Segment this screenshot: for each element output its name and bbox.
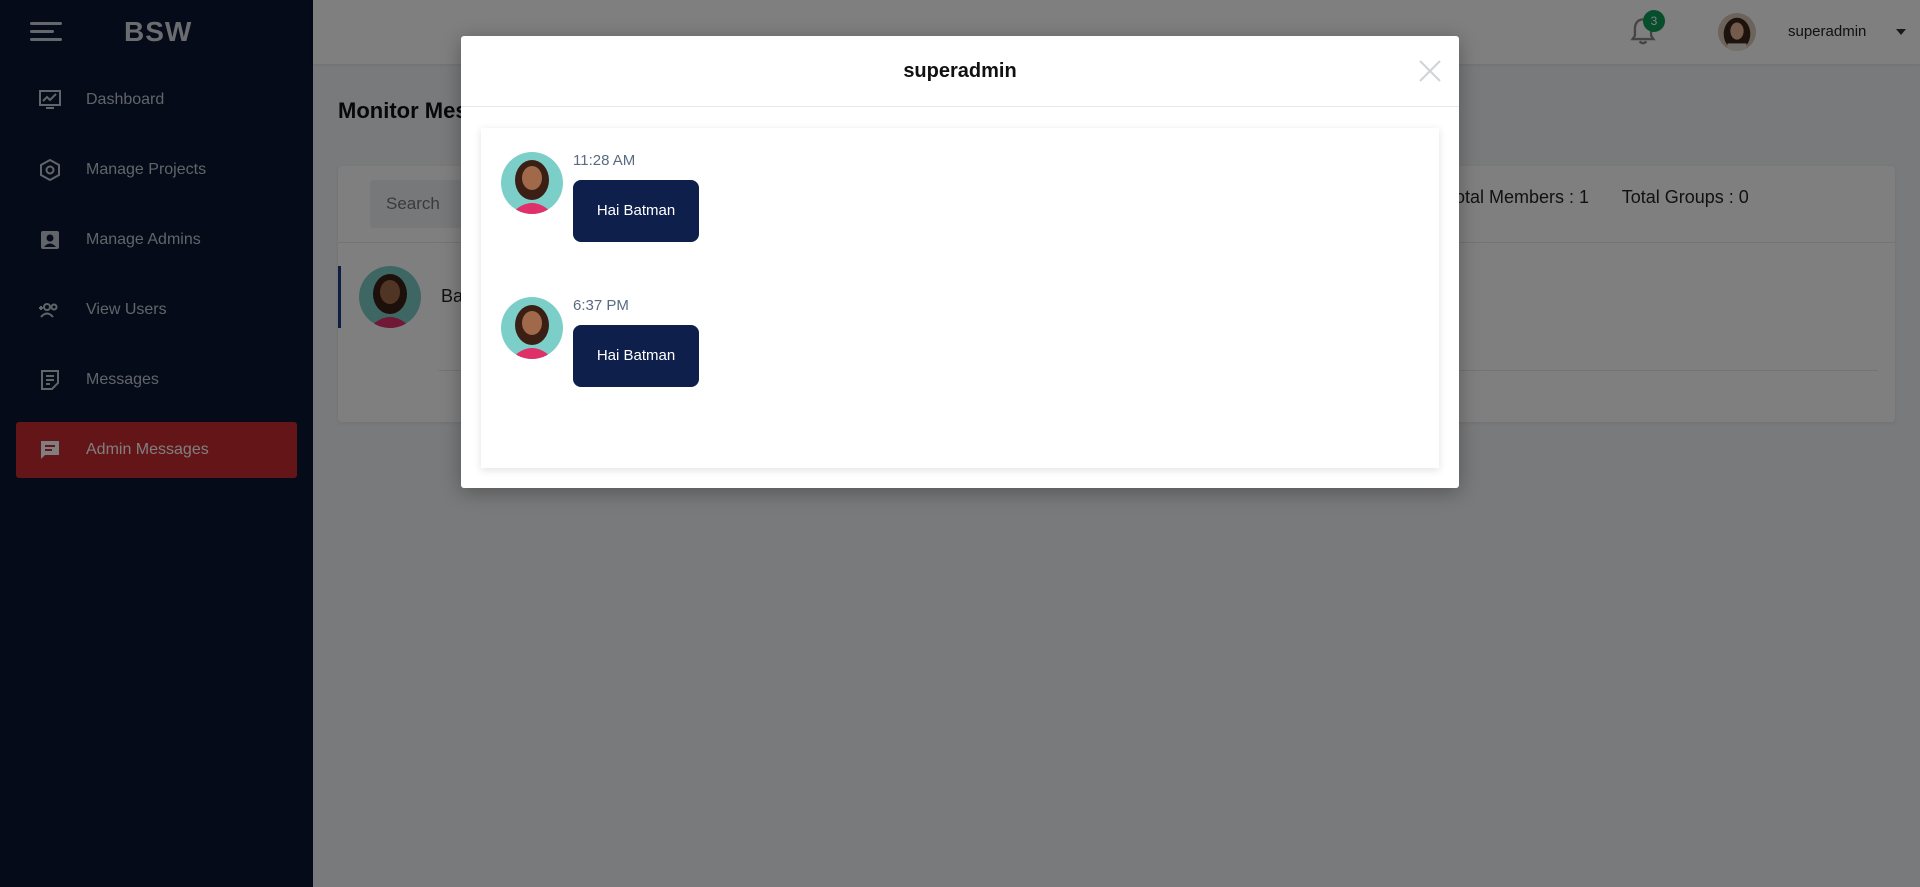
modal-header: superadmin: [461, 36, 1459, 107]
sender-avatar-image: [501, 297, 563, 359]
modal-title: superadmin: [903, 60, 1017, 82]
chat-modal: superadmin 11:28 AM Hai Batman 6:37 PM H…: [461, 36, 1459, 488]
chat-thread: 11:28 AM Hai Batman 6:37 PM Hai Batman: [481, 128, 1439, 468]
close-icon[interactable]: [1417, 58, 1443, 84]
message-timestamp: 11:28 AM: [573, 152, 636, 169]
avatar: [501, 152, 563, 214]
avatar: [501, 297, 563, 359]
message-bubble: Hai Batman: [573, 180, 699, 242]
message-timestamp: 6:37 PM: [573, 297, 629, 314]
message-bubble: Hai Batman: [573, 325, 699, 387]
sender-avatar-image: [501, 152, 563, 214]
